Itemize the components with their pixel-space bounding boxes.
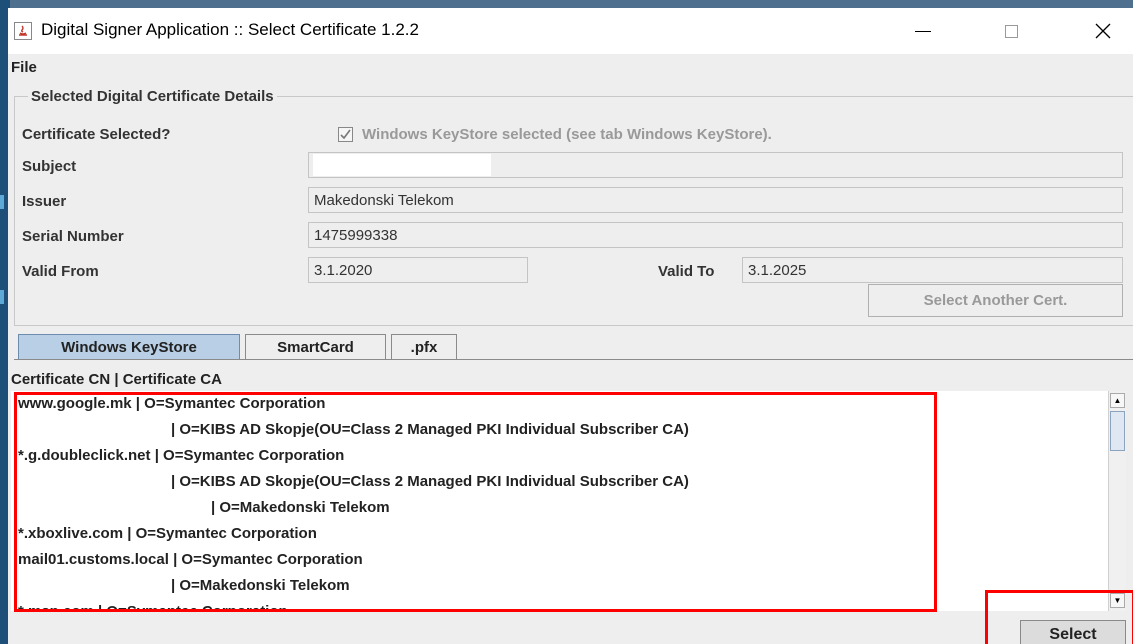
java-app-icon <box>14 22 32 40</box>
checkmark-icon <box>340 129 351 140</box>
serial-number-field: 1475999338 <box>308 222 1123 248</box>
tab-smartcard[interactable]: SmartCard <box>245 334 386 359</box>
tab-windows-keystore[interactable]: Windows KeyStore <box>18 334 240 359</box>
desktop-top-edge <box>0 0 1133 8</box>
minimize-icon <box>915 30 931 32</box>
app-window: Digital Signer Application :: Select Cer… <box>8 8 1133 644</box>
issuer-label: Issuer <box>22 193 67 210</box>
valid-to-field: 3.1.2025 <box>742 257 1123 283</box>
subject-redaction <box>313 154 491 176</box>
tab-pfx[interactable]: .pfx <box>391 334 457 359</box>
list-scrollbar[interactable]: ▲ ▼ <box>1108 391 1126 611</box>
list-highlight-box <box>14 392 937 612</box>
scroll-thumb[interactable] <box>1110 411 1125 451</box>
window-title: Digital Signer Application :: Select Cer… <box>41 20 419 39</box>
menu-bar: File <box>8 54 1133 80</box>
valid-from-field: 3.1.2020 <box>308 257 528 283</box>
scroll-up-button[interactable]: ▲ <box>1110 393 1125 408</box>
minimize-button[interactable] <box>900 8 946 54</box>
edge-marker <box>0 195 4 209</box>
edge-marker <box>0 290 4 304</box>
select-another-cert-button[interactable]: Select Another Cert. <box>868 284 1123 317</box>
certificate-details-title: Selected Digital Certificate Details <box>28 88 277 105</box>
menu-file[interactable]: File <box>11 59 37 76</box>
serial-number-label: Serial Number <box>22 228 124 245</box>
maximize-icon <box>1004 24 1018 38</box>
cert-selected-checkbox <box>338 127 353 142</box>
tab-panel-border <box>14 359 1133 360</box>
close-button[interactable] <box>1080 8 1126 54</box>
subject-label: Subject <box>22 158 77 175</box>
close-icon <box>1095 23 1111 39</box>
issuer-field: Makedonski Telekom <box>308 187 1123 213</box>
list-header: Certificate CN | Certificate CA <box>11 371 222 388</box>
maximize-button[interactable] <box>988 8 1034 54</box>
triangle-up-icon: ▲ <box>1113 396 1122 405</box>
select-button[interactable]: Select <box>1020 620 1126 644</box>
cert-selected-label: Certificate Selected? <box>22 126 171 143</box>
valid-from-label: Valid From <box>22 263 99 280</box>
valid-to-label: Valid To <box>658 263 715 280</box>
cert-selected-text: Windows KeyStore selected (see tab Windo… <box>362 126 772 143</box>
title-bar[interactable]: Digital Signer Application :: Select Cer… <box>8 8 1133 54</box>
